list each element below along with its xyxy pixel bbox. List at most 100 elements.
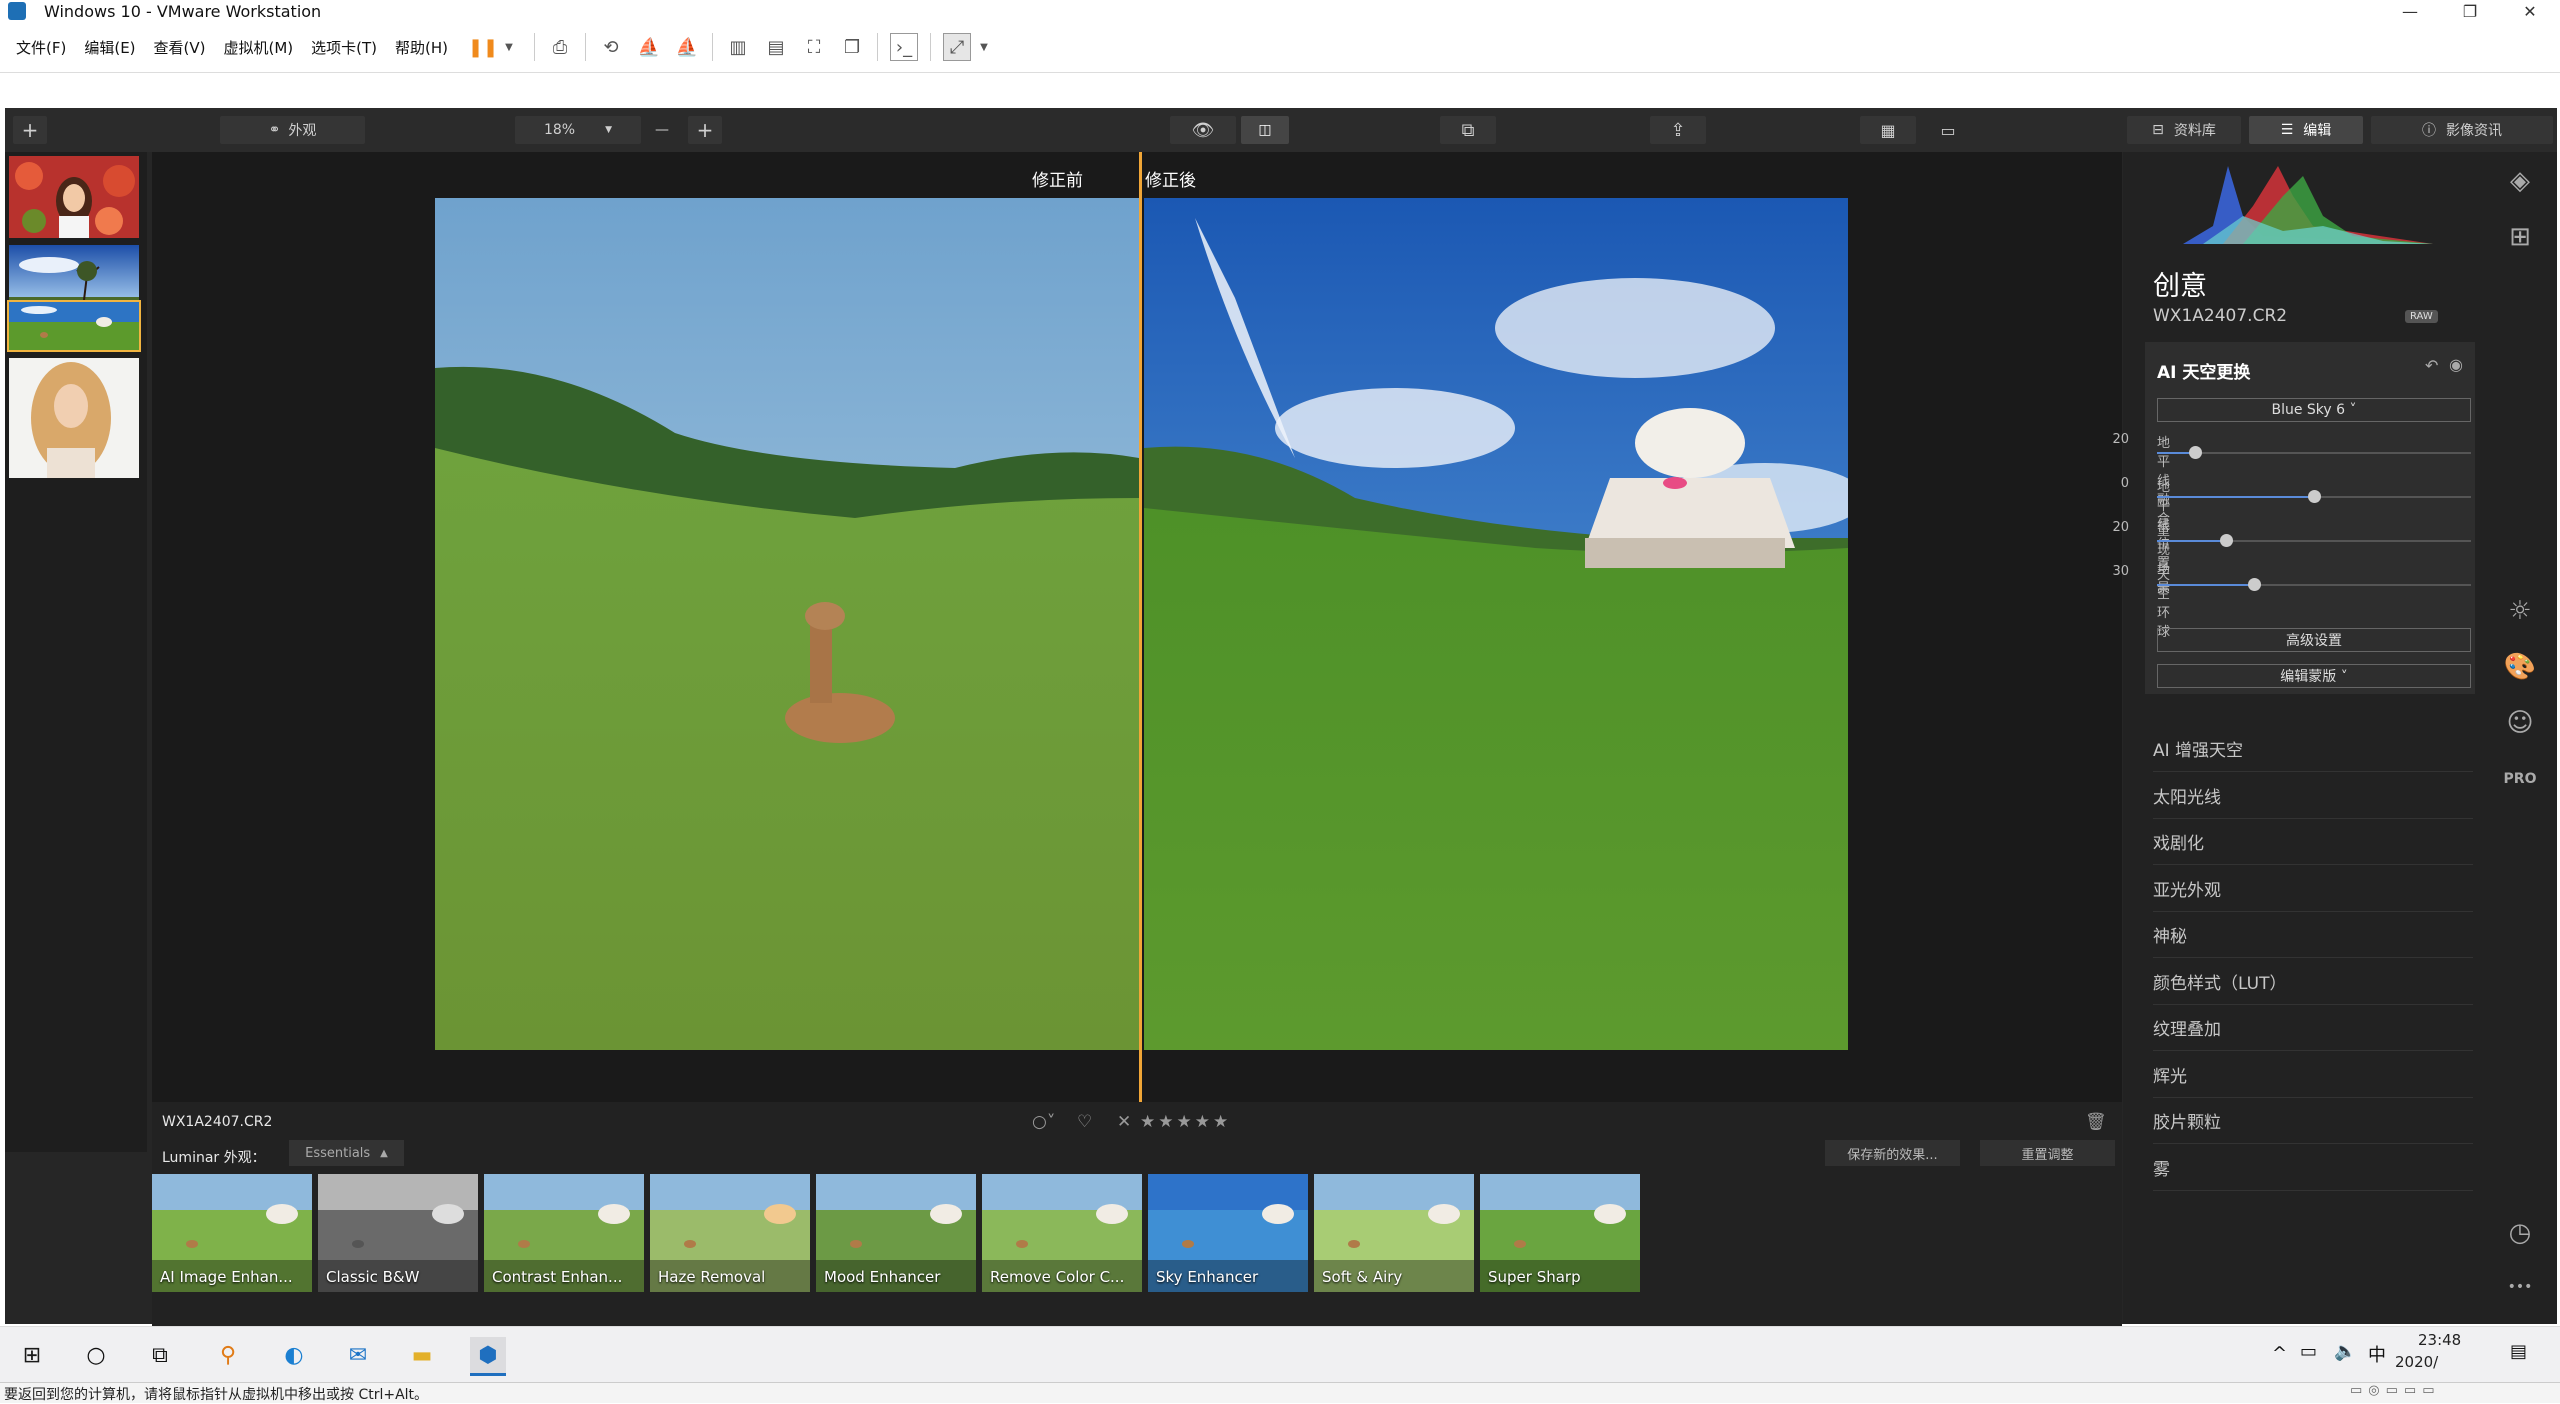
task-view-icon[interactable]: ⧉ [142,1337,178,1373]
look-card[interactable]: Super Sharp [1480,1174,1640,1292]
notification-icon[interactable]: ▤ [2510,1341,2527,1362]
send-keys-icon[interactable]: ⎙ [547,34,573,60]
search-magnifier-icon[interactable]: ⚲ [210,1337,246,1373]
crop-icon[interactable]: ⧉ [1440,116,1496,144]
slider-track[interactable] [2157,490,2471,503]
menu-help[interactable]: 帮助(H) [395,37,448,58]
menu-tabs[interactable]: 选项卡(T) [311,37,377,58]
zoom-out-button[interactable]: — [648,116,676,144]
trash-icon[interactable]: 🗑 [2085,1112,2107,1132]
luminar-taskbar-icon[interactable]: ⬢ [470,1337,506,1376]
slider-track[interactable] [2157,578,2471,591]
tray-chevron-up-icon[interactable]: ^ [2272,1343,2287,1364]
image-canvas[interactable]: 修正前 修正後 [152,152,2122,1102]
thumbnail-portrait-woman[interactable] [7,356,141,480]
star-rating[interactable]: ★★★★★ [1140,1112,1231,1132]
canvas-tools-icon[interactable]: ⊞ [2505,222,2535,252]
fullscreen-icon[interactable]: ⛶ [801,34,827,60]
looks-category-select[interactable]: Essentials ▲ [289,1140,404,1166]
look-card[interactable]: Haze Removal [650,1174,810,1292]
sidebar-toggle-icon[interactable]: ▥ [725,34,751,60]
layers-icon[interactable]: ◈ [2505,166,2535,196]
tab-edit[interactable]: ☰ 编辑 [2249,116,2363,144]
menu-vm[interactable]: 虚拟机(M) [224,37,294,58]
slider-knob[interactable] [2188,446,2202,459]
menu-edit[interactable]: 编辑(E) [84,37,135,58]
file-explorer-icon[interactable]: ▬ [404,1337,440,1373]
chevron-down-icon[interactable]: ▼ [496,34,522,60]
tool-item[interactable]: 颜色样式（LUT） [2153,959,2473,1005]
snapshot-icon[interactable]: ⟲ [598,34,624,60]
look-card[interactable]: Mood Enhancer [816,1174,976,1292]
reset-adjustments-button[interactable]: 重置调整 [1980,1140,2115,1166]
color-label-icon[interactable]: ○˅ [1032,1112,1055,1132]
slider-knob[interactable] [2248,578,2262,591]
minimize-button[interactable]: — [2380,0,2440,22]
reject-icon[interactable]: ✕ [1117,1112,1131,1132]
advanced-settings-button[interactable]: 高级设置 [2157,628,2471,652]
volume-icon[interactable]: 🔈 [2334,1341,2356,1362]
look-card[interactable]: Classic B&W [318,1174,478,1292]
search-circle-icon[interactable]: ○ [78,1337,114,1373]
essentials-sun-icon[interactable]: ☼ [2505,596,2535,626]
tool-item[interactable]: 雾 [2153,1145,2473,1191]
unity-icon[interactable]: ❐ [839,34,865,60]
look-card[interactable]: AI Image Enhan... [152,1174,312,1292]
menu-file[interactable]: 文件(F) [16,37,66,58]
tab-info[interactable]: ⓘ 影像资讯 [2371,116,2553,144]
slider-track[interactable] [2157,446,2471,459]
favorite-heart-icon[interactable]: ♡ [1077,1112,1092,1132]
tool-item[interactable]: AI 增强天空 [2153,726,2473,772]
slider-knob[interactable] [2220,534,2234,547]
menu-view[interactable]: 查看(V) [154,37,206,58]
edit-mask-button[interactable]: 编辑蒙版 ˅ [2157,664,2471,688]
looks-button[interactable]: ⚭ 外观 [220,116,365,144]
console-icon[interactable]: ›_ [890,33,919,61]
look-card[interactable]: Soft & Airy [1314,1174,1474,1292]
undo-icon[interactable]: ↶ [2425,356,2438,375]
more-icon[interactable]: ••• [2505,1272,2535,1302]
look-card[interactable]: Contrast Enhan... [484,1174,644,1292]
creative-palette-icon[interactable]: 🎨 [2504,652,2536,682]
tool-item[interactable]: 辉光 [2153,1052,2473,1098]
thumbnail-alpaca-grass[interactable] [7,300,141,352]
save-look-button[interactable]: 保存新的效果... [1825,1140,1960,1166]
visibility-eye-icon[interactable]: ◉ [2449,355,2463,374]
maximize-button[interactable]: ❐ [2440,0,2500,22]
edge-browser-icon[interactable]: ◐ [276,1337,312,1373]
tab-library[interactable]: ⊟ 资料库 [2127,116,2241,144]
zoom-in-button[interactable]: + [688,116,722,144]
zoom-select[interactable]: 18% ▼ [515,116,641,144]
tool-item[interactable]: 亚光外观 [2153,866,2473,912]
tool-item[interactable]: 纹理叠加 [2153,1005,2473,1051]
look-card[interactable]: Sky Enhancer [1148,1174,1308,1292]
device-status-icons[interactable]: ▭◎▭▭▭ [2350,1383,2440,1398]
thumbnail-bar-icon[interactable]: ▤ [763,34,789,60]
ime-indicator[interactable]: 中 [2368,1341,2386,1367]
network-icon[interactable]: ▭ [2300,1341,2317,1362]
close-button[interactable]: ✕ [2500,0,2560,22]
pause-icon[interactable]: ❚❚ [468,34,498,60]
tool-item[interactable]: 神秘 [2153,912,2473,958]
sky-selection-dropdown[interactable]: Blue Sky 6 ˅ [2157,398,2471,422]
slider-knob[interactable] [2308,490,2321,503]
compare-split-icon[interactable]: ◫ [1241,116,1289,144]
mail-icon[interactable]: ✉ [340,1337,376,1373]
history-clock-icon[interactable]: ◷ [2505,1218,2535,1248]
grid-view-icon[interactable]: ▦ [1860,116,1916,144]
chevron-down-icon[interactable]: ▼ [971,34,997,60]
slider-track[interactable] [2157,534,2471,547]
clock-date[interactable]: 2020/ [2395,1353,2438,1371]
clock-time[interactable]: 23:48 [2418,1331,2461,1349]
snapshot-manager-icon[interactable]: ⛵ [674,34,700,60]
pro-tools-icon[interactable]: PRO [2504,764,2537,794]
preview-eye-icon[interactable]: 👁 [1170,116,1236,144]
compare-divider-handle[interactable] [1139,152,1142,1102]
add-button[interactable]: + [13,116,47,144]
portrait-face-icon[interactable]: ☺ [2505,708,2535,738]
tool-item[interactable]: 太阳光线 [2153,773,2473,819]
revert-snapshot-icon[interactable]: ⛵ [636,34,662,60]
start-windows-icon[interactable]: ⊞ [14,1337,50,1373]
share-icon[interactable]: ⇪ [1650,116,1706,144]
tool-item[interactable]: 戏剧化 [2153,819,2473,865]
